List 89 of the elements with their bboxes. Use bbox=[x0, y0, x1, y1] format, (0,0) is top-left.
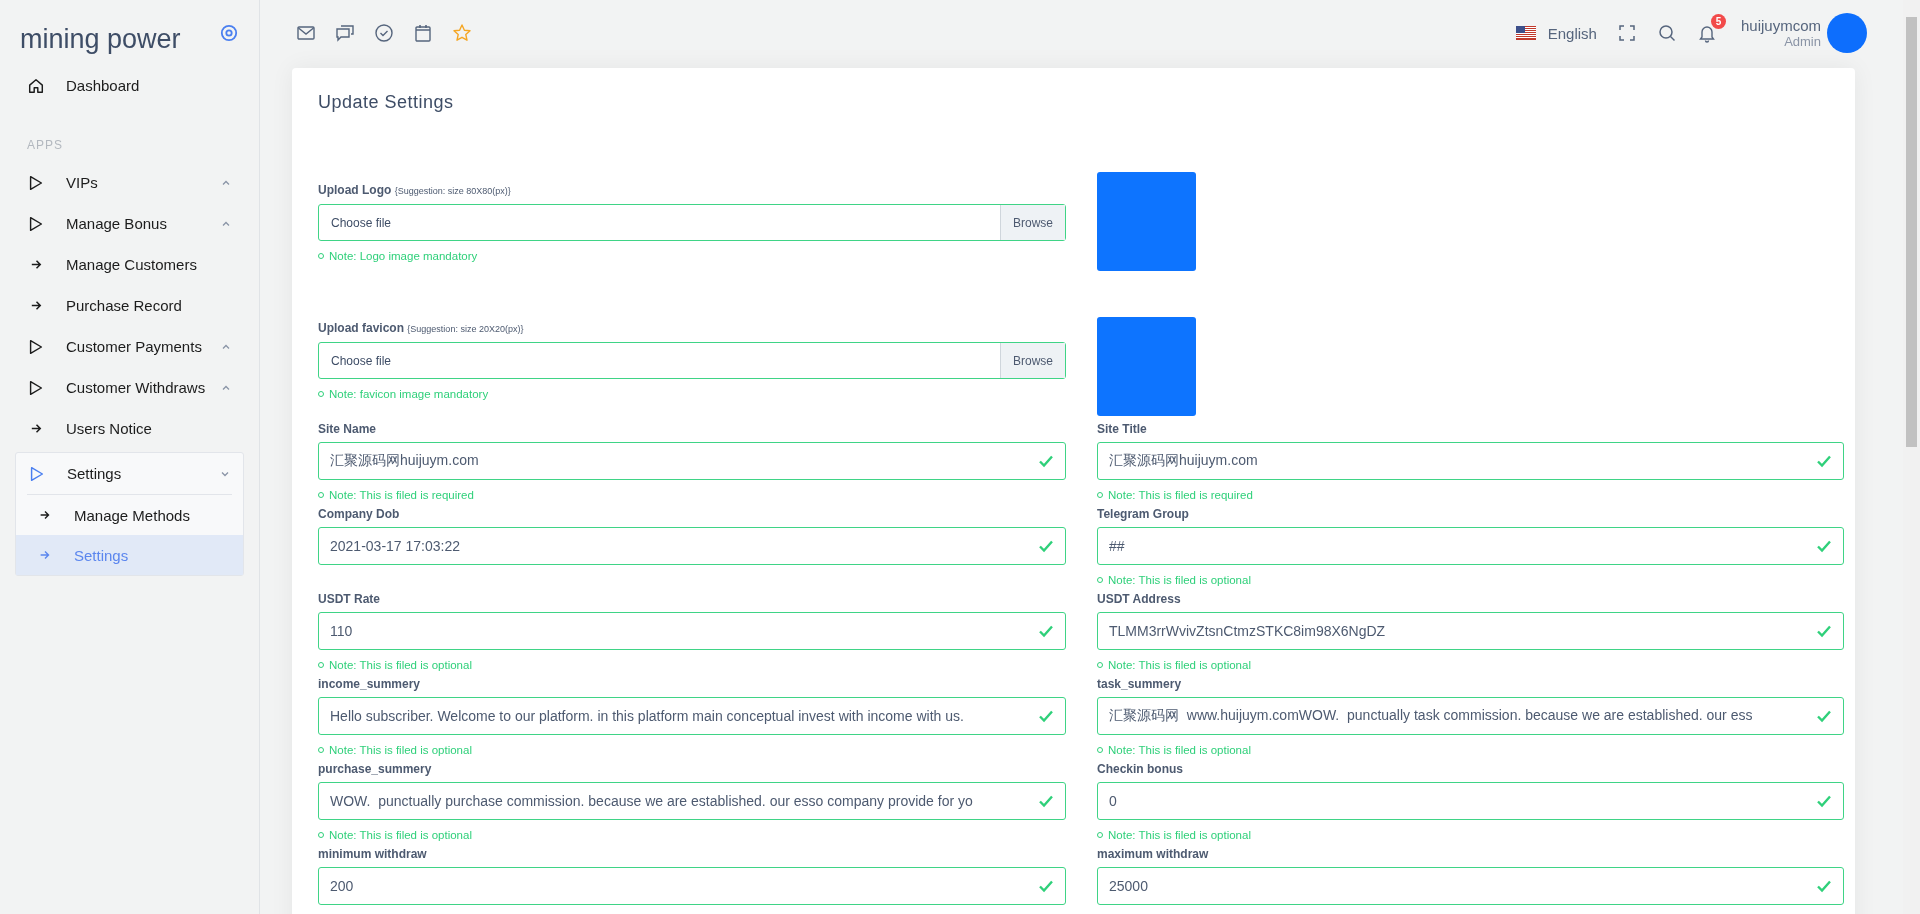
arrow-right-icon bbox=[38, 548, 52, 562]
sidebar-item[interactable]: Purchase Record bbox=[15, 285, 244, 326]
notification-badge: 5 bbox=[1710, 14, 1726, 29]
flag-icon bbox=[1515, 26, 1536, 40]
input-field[interactable]: 200 bbox=[318, 867, 1066, 905]
check-icon bbox=[1038, 878, 1054, 894]
field-label: Site Title bbox=[1097, 421, 1148, 438]
field-label: minimum withdraw bbox=[318, 846, 428, 863]
input-field[interactable]: Hello subscriber. Welcome to our platform. in this platform main conceptual invest with income with us. bbox=[318, 697, 1066, 735]
sidebar-item[interactable]: Customer Withdraws bbox=[15, 367, 244, 408]
brand-title: mining power bbox=[20, 24, 181, 55]
field-label: Upload favicon {Suggestion: size 20X20(px)} bbox=[318, 320, 525, 337]
chat-icon[interactable] bbox=[335, 23, 355, 43]
check-icon bbox=[1038, 623, 1054, 639]
browse-button[interactable]: Browse bbox=[1000, 205, 1065, 240]
file-input[interactable]: Choose file Browse bbox=[318, 342, 1066, 379]
field-note: Note: This is filed is optional bbox=[1108, 573, 1251, 588]
section-label: APPS bbox=[26, 137, 64, 154]
field-note: Note: This is filed is optional bbox=[1108, 743, 1251, 758]
browse-button[interactable]: Browse bbox=[1000, 343, 1065, 378]
field-label: Checkin bonus bbox=[1097, 761, 1184, 778]
check-icon bbox=[1038, 538, 1054, 554]
file-input[interactable]: Choose file Browse bbox=[318, 204, 1066, 241]
input-field[interactable]: WOW. punctually purchase commission. because we are established. our esso company provide for yo bbox=[318, 782, 1066, 820]
sidebar-item[interactable]: Settings bbox=[16, 453, 243, 494]
field-label: Site Name bbox=[318, 421, 378, 438]
bell-icon[interactable] bbox=[1696, 23, 1717, 43]
calendar-icon[interactable] bbox=[413, 23, 433, 43]
check-icon bbox=[1038, 793, 1054, 809]
target-icon[interactable] bbox=[220, 23, 238, 42]
sidebar-item[interactable]: VIPs bbox=[15, 162, 244, 203]
play-icon bbox=[28, 464, 46, 483]
sidebar-subitem[interactable]: Manage Methods bbox=[16, 495, 243, 535]
mail-icon[interactable] bbox=[296, 23, 316, 43]
arrow-right-icon bbox=[38, 508, 52, 522]
play-icon bbox=[27, 337, 45, 356]
field-note: Note: This is filed is required bbox=[329, 488, 474, 503]
field-label: USDT Rate bbox=[318, 591, 381, 608]
check-circle-icon[interactable] bbox=[374, 23, 394, 43]
user-role: Admin bbox=[1784, 34, 1821, 49]
input-field[interactable]: 汇聚源码网 www.huijuym.comWOW. punctually task commission. because we are established. our ess bbox=[1097, 697, 1844, 735]
language-selector[interactable]: English bbox=[1547, 24, 1597, 42]
home-icon bbox=[27, 76, 45, 95]
card-title: Update Settings bbox=[318, 92, 455, 113]
check-icon bbox=[1816, 793, 1832, 809]
input-field[interactable]: 25000 bbox=[1097, 867, 1844, 905]
play-icon bbox=[27, 214, 45, 233]
input-field[interactable]: 2021-03-17 17:03:22 bbox=[318, 527, 1066, 565]
input-field[interactable]: TLMM3rrWvivZtsnCtmzSTKC8im98X6NgDZ bbox=[1097, 612, 1844, 650]
sidebar-item[interactable]: Users Notice bbox=[15, 408, 244, 449]
field-label: USDT Address bbox=[1097, 591, 1182, 608]
check-icon bbox=[1038, 708, 1054, 724]
play-icon bbox=[27, 173, 45, 192]
sidebar-item[interactable]: Dashboard bbox=[15, 65, 244, 106]
input-field[interactable]: 110 bbox=[318, 612, 1066, 650]
input-field[interactable]: 汇聚源码网huijuym.com bbox=[318, 442, 1066, 480]
field-note: Note: This is filed is optional bbox=[1108, 828, 1251, 843]
check-icon bbox=[1816, 538, 1832, 554]
user-name: huijuymcom bbox=[1740, 17, 1821, 34]
play-icon bbox=[27, 378, 45, 397]
field-note: Note: This is filed is required bbox=[1108, 488, 1253, 503]
sidebar-item[interactable]: Customer Payments bbox=[15, 326, 244, 367]
input-field[interactable]: 汇聚源码网huijuym.com bbox=[1097, 442, 1844, 480]
sidebar-item[interactable]: Manage Customers bbox=[15, 244, 244, 285]
field-note: Note: This is filed is optional bbox=[329, 658, 472, 673]
field-label: purchase_summery bbox=[318, 761, 433, 778]
field-note: Note: Logo image mandatory bbox=[329, 249, 478, 264]
sidebar-item[interactable]: Manage Bonus bbox=[15, 203, 244, 244]
field-note: Note: favicon image mandatory bbox=[329, 387, 489, 402]
input-field[interactable]: ## bbox=[1097, 527, 1844, 565]
field-label: Upload Logo {Suggestion: size 80X80(px)} bbox=[318, 182, 512, 199]
field-label: task_summery bbox=[1097, 676, 1183, 693]
check-icon bbox=[1816, 708, 1832, 724]
input-field[interactable]: 0 bbox=[1097, 782, 1844, 820]
fullscreen-icon[interactable] bbox=[1616, 23, 1637, 43]
star-icon[interactable] bbox=[452, 23, 472, 43]
check-icon bbox=[1038, 453, 1054, 469]
check-icon bbox=[1816, 623, 1832, 639]
avatar[interactable] bbox=[1827, 13, 1867, 53]
search-icon[interactable] bbox=[1656, 23, 1677, 43]
check-icon bbox=[1816, 878, 1832, 894]
field-label: income_summery bbox=[318, 676, 422, 693]
field-label: maximum withdraw bbox=[1097, 846, 1210, 863]
field-note: Note: This is filed is optional bbox=[1108, 658, 1251, 673]
field-note: Note: This is filed is optional bbox=[329, 828, 472, 843]
field-label: Telegram Group bbox=[1097, 506, 1190, 523]
field-note: Note: This is filed is optional bbox=[329, 743, 472, 758]
field-label: Company Dob bbox=[318, 506, 401, 523]
check-icon bbox=[1816, 453, 1832, 469]
